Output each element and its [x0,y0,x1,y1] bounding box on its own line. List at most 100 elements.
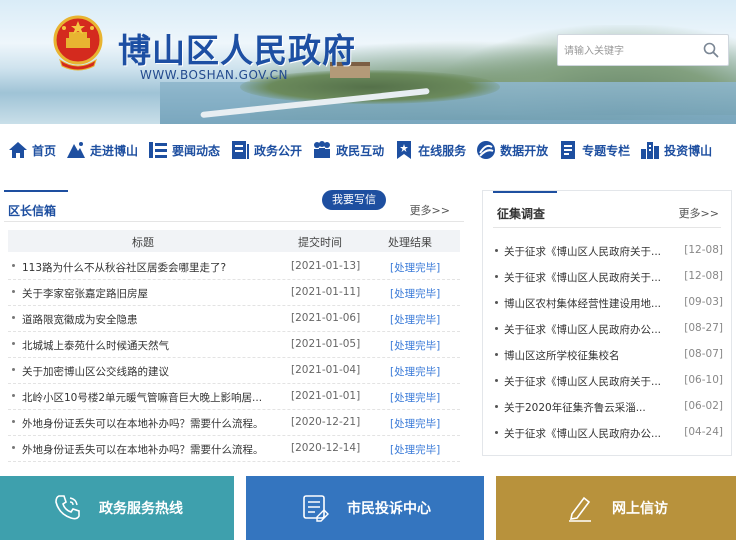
search-icon[interactable] [702,41,720,59]
site-title[interactable]: 博山区人民政府 [118,24,356,72]
nav-item-topics[interactable]: 专题专栏 [558,130,630,170]
survey-item-link[interactable]: 博山区这所学校征集校名 [504,348,664,363]
news-icon [149,142,168,158]
survey-item-link[interactable]: 关于2020年征集齐鲁云采淄... [504,400,664,415]
hotline-label: 政务服务热线 [99,501,183,517]
letter-title-link[interactable]: 外地身份证丢失可以在本地补办吗？需要什么流程。 [22,442,272,457]
column-icon [561,141,576,159]
nav-label: 投资博山 [664,143,713,158]
letter-title-link[interactable]: 北岭小区10号楼2单元暖气管嘛音巨大晚上影响居... [22,390,272,405]
letter-status-link[interactable]: [处理完毕] [390,286,440,301]
survey-item-date: [08-27] [684,322,723,334]
letter-status-link[interactable]: [处理完毕] [390,312,440,327]
letter-status-link[interactable]: [处理完毕] [390,390,440,405]
write-letter-button[interactable]: 我要写信 [322,190,386,210]
letter-title-link[interactable]: 关于加密博山区公交线路的建议 [22,364,272,379]
nav-item-affairs[interactable]: 政务公开 [230,130,302,170]
letter-status-link[interactable]: [处理完毕] [390,338,440,353]
letter-status-link[interactable]: [处理完毕] [390,442,440,457]
table-row[interactable]: 关于李家窑张嘉定路旧房屋 [2021-01-11] [处理完毕] [8,280,460,306]
letter-date: [2021-01-05] [291,338,361,350]
letter-title-link[interactable]: 外地身份证丢失可以在本地补办吗？需要什么流程。 [22,416,272,431]
table-row[interactable]: 北岭小区10号楼2单元暖气管嘛音巨大晚上影响居... [2021-01-01] … [8,384,460,410]
letter-title-link[interactable]: 113路为什么不从秋谷社区居委会哪里走了? [22,260,272,275]
letter-status-link[interactable]: [处理完毕] [390,260,440,275]
search-input[interactable] [564,41,699,61]
nav-item-news[interactable]: 要闻动态 [148,130,220,170]
bullet [495,431,498,434]
bullet [495,301,498,304]
letter-date: [2021-01-13] [291,260,361,272]
column-header-title: 标题 [132,236,154,249]
table-row[interactable]: 外地身份证丢失可以在本地补办吗？需要什么流程。 [2020-12-14] [处理… [8,436,460,462]
phone-icon [55,495,80,520]
letter-title-link[interactable]: 道路限宽徽成为安全隐患 [22,312,272,327]
survey-item-link[interactable]: 关于征求《博山区人民政府办公... [504,322,664,337]
letter-date: [2021-01-04] [291,364,361,376]
survey-title[interactable]: 征集调查 [497,205,545,222]
nav-item-about[interactable]: 走进博山 [66,130,138,170]
table-row[interactable]: 关于加密博山区公交线路的建议 [2021-01-04] [处理完毕] [8,358,460,384]
nav-label: 在线服务 [418,143,467,158]
nav-item-interaction[interactable]: 政民互动 [312,130,384,170]
table-row[interactable]: 113路为什么不从秋谷社区居委会哪里走了? [2021-01-13] [处理完毕… [8,254,460,280]
letter-status-link[interactable]: [处理完毕] [390,416,440,431]
nav-item-home[interactable]: 首页 [8,130,56,170]
bullet [12,290,15,293]
letter-date: [2020-12-14] [291,442,361,454]
petition-label: 网上信访 [612,501,668,517]
letter-title-link[interactable]: 北城城上泰苑什么时候通天然气 [22,338,272,353]
complaint-label: 市民投诉中心 [347,501,431,517]
service-hotline-button[interactable]: 政务服务热线 [0,476,234,540]
survey-item-link[interactable]: 关于征求《博山区人民政府办公... [504,426,664,441]
bullet [495,405,498,408]
list-item[interactable]: 博山区农村集体经营性建设用地... [09-03] [493,291,723,315]
survey-item-link[interactable]: 博山区农村集体经营性建设用地... [504,296,664,311]
survey-item-date: [06-10] [684,374,723,386]
bullet [12,420,15,423]
search-box[interactable] [557,34,729,66]
letter-date: [2021-01-11] [291,286,361,298]
bullet [12,316,15,319]
letter-date: [2020-12-21] [291,416,361,428]
citizen-complaint-button[interactable]: 市民投诉中心 [246,476,484,540]
table-row[interactable]: 北城城上泰苑什么时候通天然气 [2021-01-05] [处理完毕] [8,332,460,358]
mailbox-header: 区长信箱 我要写信 更多>> [4,190,464,222]
list-item[interactable]: 关于征求《博山区人民政府办公... [04-24] [493,421,723,445]
mailbox-more-link[interactable]: 更多>> [410,202,450,218]
survey-item-date: [08-07] [684,348,723,360]
bullet [495,353,498,356]
pen-icon [569,496,591,522]
nav-item-invest[interactable]: 投资博山 [640,130,712,170]
column-header-time: 提交时间 [298,236,342,249]
document-icon [232,141,250,159]
nav-item-data[interactable]: 数据开放 [476,130,548,170]
list-item[interactable]: 关于征求《博山区人民政府关于... [12-08] [493,239,723,263]
mailbox-title[interactable]: 区长信箱 [8,202,56,219]
survey-item-date: [04-24] [684,426,723,438]
bookmark-icon [397,141,412,159]
bullet [495,327,498,330]
letter-title-link[interactable]: 关于李家窑张嘉定路旧房屋 [22,286,272,301]
column-header-status: 处理结果 [388,236,432,249]
list-item[interactable]: 博山区这所学校征集校名 [08-07] [493,343,723,367]
table-row[interactable]: 外地身份证丢失可以在本地补办吗？需要什么流程。 [2020-12-21] [处理… [8,410,460,436]
bullet [12,342,15,345]
table-row[interactable]: 道路限宽徽成为安全隐患 [2021-01-06] [处理完毕] [8,306,460,332]
letter-status-link[interactable]: [处理完毕] [390,364,440,379]
survey-item-link[interactable]: 关于征求《博山区人民政府关于... [504,244,664,259]
online-petition-button[interactable]: 网上信访 [496,476,736,540]
list-item[interactable]: 关于征求《博山区人民政府办公... [08-27] [493,317,723,341]
table-header: 标题 提交时间 处理结果 [8,230,460,252]
list-item[interactable]: 关于2020年征集齐鲁云采淄... [06-02] [493,395,723,419]
list-item[interactable]: 关于征求《博山区人民政府关于... [06-10] [493,369,723,393]
survey-item-link[interactable]: 关于征求《博山区人民政府关于... [504,270,664,285]
people-icon [314,141,331,158]
survey-item-link[interactable]: 关于征求《博山区人民政府关于... [504,374,664,389]
survey-more-link[interactable]: 更多>> [679,205,719,221]
site-url: WWW.BOSHAN.GOV.CN [140,68,289,82]
list-item[interactable]: 关于征求《博山区人民政府关于... [12-08] [493,265,723,289]
nav-item-service[interactable]: 在线服务 [394,130,466,170]
survey-panel: 征集调查 更多>> 关于征求《博山区人民政府关于... [12-08] 关于征求… [482,190,732,456]
national-emblem-icon [53,15,103,71]
